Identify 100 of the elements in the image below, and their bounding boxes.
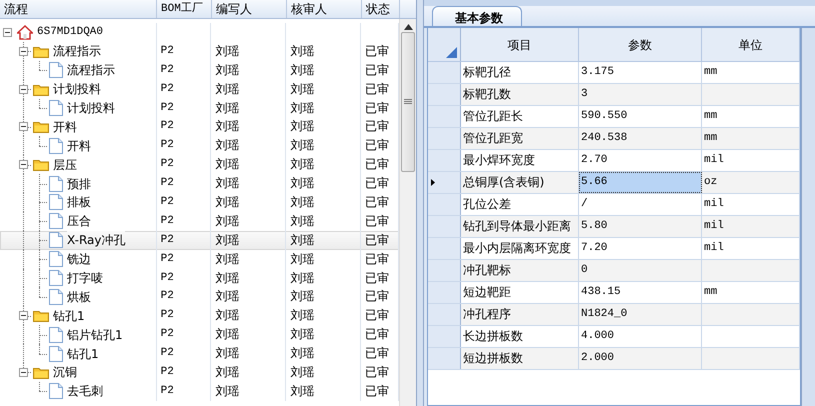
row-header[interactable] — [428, 348, 461, 369]
column-header[interactable]: 核审人 — [287, 0, 362, 18]
column-header[interactable]: 编写人 — [212, 0, 287, 18]
splitter[interactable] — [801, 28, 815, 406]
document-icon — [49, 288, 63, 305]
row-header[interactable] — [428, 106, 461, 127]
tree-item-label[interactable]: 钻孔1 — [67, 344, 99, 363]
tree-item-label[interactable]: 烘板 — [67, 288, 91, 306]
tree-item-label[interactable]: X-Ray冲孔 — [67, 231, 126, 250]
tree-item-label[interactable]: 计划投料 — [67, 99, 115, 117]
collapse-toggle[interactable] — [19, 160, 28, 170]
table-cell[interactable]: 3 — [579, 84, 702, 105]
table-cell: 刘瑶 — [211, 117, 286, 136]
table-cell[interactable]: 5.80 — [579, 216, 702, 237]
tree-item-label[interactable]: 铣边 — [67, 250, 91, 268]
row-header[interactable] — [428, 304, 461, 325]
table-cell[interactable]: 2.70 — [579, 150, 702, 171]
row-header[interactable] — [428, 150, 461, 171]
tree-item-label[interactable]: 钻孔1 — [53, 306, 85, 325]
tree-item-label[interactable]: 层压 — [53, 156, 77, 174]
column-header[interactable]: BOM工厂 — [157, 0, 212, 18]
scroll-up-arrow-icon[interactable] — [404, 24, 413, 30]
column-header[interactable]: 状态 — [362, 0, 400, 18]
table-cell: mm — [702, 106, 800, 127]
row-header[interactable] — [428, 172, 461, 193]
table-cell[interactable]: 240.538 — [579, 128, 702, 149]
table-cell[interactable]: / — [579, 194, 702, 215]
table-cell: P2 — [156, 344, 212, 364]
collapse-toggle[interactable] — [19, 122, 28, 132]
column-header[interactable]: 项目 — [461, 28, 579, 61]
column-header[interactable]: 参数 — [579, 28, 702, 61]
collapse-toggle[interactable] — [19, 46, 28, 56]
document-icon — [49, 100, 63, 116]
tree-item-label[interactable]: 打字唛 — [67, 269, 103, 288]
collapse-toggle[interactable] — [19, 84, 28, 94]
table-cell[interactable]: 0 — [579, 260, 702, 281]
table-cell: P2 — [156, 382, 212, 401]
tree-item-label[interactable]: 铝片钻孔1 — [67, 326, 123, 344]
table-cell: mm — [702, 62, 800, 83]
table-cell: P2 — [156, 155, 212, 174]
table-cell: 刘瑶 — [286, 382, 362, 401]
table-cell: P2 — [156, 230, 212, 250]
table-cell[interactable]: N1824_0 — [579, 304, 702, 325]
row-header[interactable] — [428, 238, 461, 259]
table-cell: P2 — [156, 80, 212, 99]
tree-item-label[interactable]: 压合 — [67, 212, 91, 230]
table-cell: 刘瑶 — [286, 98, 362, 118]
tree-item-label[interactable]: 计划投料 — [53, 80, 101, 98]
document-icon — [49, 270, 63, 286]
table-cell: P2 — [156, 325, 212, 344]
folder-icon — [33, 158, 49, 172]
row-header[interactable] — [428, 216, 461, 237]
tree-item-label[interactable]: 去毛刺 — [67, 382, 103, 400]
column-header[interactable]: 流程 — [0, 0, 157, 18]
document-icon — [49, 346, 63, 362]
row-header[interactable] — [428, 282, 461, 303]
table-cell: 刘瑶 — [286, 344, 362, 364]
table-cell: 管位孔距宽 — [461, 128, 579, 149]
row-header[interactable] — [428, 194, 461, 215]
document-icon — [49, 194, 63, 210]
tree-item-label[interactable]: 流程指示 — [53, 42, 101, 60]
table-cell: 孔位公差 — [461, 194, 579, 215]
row-header[interactable] — [428, 62, 461, 83]
tree-item-label[interactable]: 排板 — [67, 193, 91, 212]
table-cell: mil — [702, 216, 800, 237]
tree-item-label[interactable]: 开料 — [53, 118, 77, 136]
table-cell: mil — [702, 150, 800, 171]
row-header[interactable] — [428, 84, 461, 105]
tree-item-label[interactable]: 沉铜 — [53, 363, 77, 382]
row-header[interactable] — [428, 260, 461, 281]
table-cell[interactable]: 2.000 — [579, 348, 702, 369]
table-cell: 刘瑶 — [286, 136, 362, 156]
collapse-toggle[interactable] — [3, 28, 12, 37]
scrollbar[interactable] — [399, 19, 416, 406]
table-cell: P2 — [156, 193, 212, 212]
table-cell: 刘瑶 — [286, 80, 362, 99]
collapse-toggle[interactable] — [19, 368, 28, 378]
tree-item-label[interactable]: 6S7MD1DQA0 — [37, 24, 104, 41]
tree-item-label[interactable]: 流程指示 — [67, 61, 115, 80]
row-header[interactable] — [428, 326, 461, 347]
tree-item-label[interactable]: 开料 — [67, 136, 91, 155]
table-cell: 刘瑶 — [211, 80, 286, 99]
tab[interactable]: 基本参数 — [432, 6, 522, 26]
folder-icon — [33, 309, 49, 322]
table-cell: 刘瑶 — [286, 287, 362, 306]
scrollbar-thumb[interactable] — [401, 32, 416, 172]
document-icon — [49, 176, 63, 192]
table-cell[interactable]: 3.175 — [579, 62, 702, 83]
table-cell[interactable]: 4.000 — [579, 326, 702, 347]
table-cell[interactable]: 438.15 — [579, 282, 702, 303]
table-cell[interactable]: 7.20 — [579, 238, 702, 259]
column-header[interactable]: 单位 — [702, 28, 800, 61]
table-cell[interactable]: 5.66 — [579, 172, 702, 193]
table-cell[interactable]: 590.550 — [579, 106, 702, 127]
tree-item-label[interactable]: 预排 — [67, 174, 91, 193]
table-cell: 刘瑶 — [211, 382, 286, 401]
table-cell: 刘瑶 — [286, 306, 362, 326]
table-cell: 冲孔靶标 — [461, 260, 579, 281]
collapse-toggle[interactable] — [19, 311, 28, 320]
row-header[interactable] — [428, 128, 461, 149]
